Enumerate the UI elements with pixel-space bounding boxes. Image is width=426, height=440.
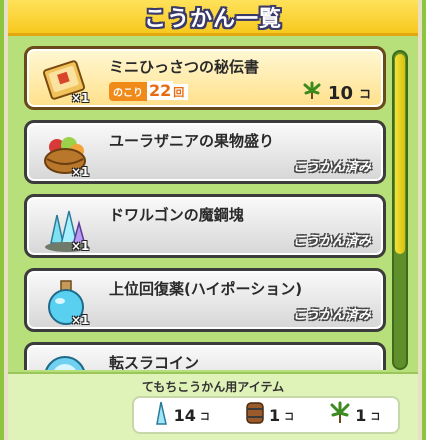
- exchanged-status: こうかん済み: [292, 308, 371, 323]
- exchanged-status: こうかん済み: [292, 234, 371, 249]
- exchange-item[interactable]: ×1 上位回復薬(ハイポーション) こうかん済み: [24, 268, 386, 332]
- inventory-unit: コ: [284, 411, 295, 423]
- herb-plant-icon: [329, 401, 351, 429]
- remaining-label: のこり: [109, 82, 147, 101]
- crystal-shard-icon: [152, 400, 170, 430]
- inventory-box: 14 コ 1 コ 1 コ: [132, 396, 400, 434]
- inventory-title: てもちこうかん用アイテム: [141, 380, 285, 394]
- item-name: 転スラコイン: [109, 354, 200, 370]
- inventory-item: 1 コ: [245, 401, 294, 429]
- exchanged-status: こうかん済み: [292, 160, 371, 175]
- page-title: こうかん一覧: [143, 6, 282, 32]
- item-name: ミニひっさつの秘伝書: [109, 58, 260, 76]
- inventory-unit: コ: [199, 411, 210, 423]
- remaining-count: のこり 22 回: [109, 81, 239, 103]
- exchange-cost: 10 コ: [302, 81, 371, 105]
- item-quantity: ×1: [71, 239, 90, 253]
- herb-plant-icon: [302, 81, 322, 105]
- scrollbar[interactable]: [392, 50, 408, 370]
- item-name: ドワルゴンの魔鋼塊: [109, 206, 244, 224]
- exchange-panel: こうかん一覧 ×1 ミニひっさつの秘伝書 のこり 22 回 10 コ ×1 ユー…: [4, 0, 422, 440]
- item-name: ユーラザニアの果物盛り: [109, 132, 275, 150]
- exchange-item[interactable]: ×1 ユーラザニアの果物盛り こうかん済み: [24, 120, 386, 184]
- item-quantity: ×1: [71, 313, 90, 327]
- inventory-count: 14: [173, 405, 196, 425]
- remaining-unit: 回: [173, 84, 189, 100]
- coin-icon: [37, 351, 93, 370]
- inventory-unit: コ: [370, 411, 381, 423]
- inventory-count: 1: [355, 405, 367, 425]
- exchange-item[interactable]: ×1 ミニひっさつの秘伝書 のこり 22 回 10 コ: [24, 46, 386, 110]
- inventory-item: 1 コ: [329, 401, 380, 429]
- cost-unit: コ: [358, 86, 371, 101]
- barrel-icon: [245, 401, 265, 429]
- exchange-item[interactable]: 転スラコイン: [24, 342, 386, 370]
- cost-number: 10: [327, 82, 353, 104]
- item-name: 上位回復薬(ハイポーション): [109, 280, 303, 298]
- inventory-count: 1: [268, 405, 281, 425]
- exchange-item[interactable]: ×1 ドワルゴンの魔鋼塊 こうかん済み: [24, 194, 386, 258]
- exchange-list[interactable]: ×1 ミニひっさつの秘伝書 のこり 22 回 10 コ ×1 ユーラザニアの果物…: [16, 40, 386, 370]
- inventory-footer: てもちこうかん用アイテム 14 コ 1 コ 1 コ: [8, 372, 418, 440]
- header-bar: こうかん一覧: [8, 0, 418, 36]
- scrollbar-thumb[interactable]: [395, 54, 405, 254]
- item-quantity: ×1: [71, 91, 90, 105]
- item-quantity: ×1: [71, 165, 90, 179]
- remaining-number: 22: [147, 81, 174, 100]
- inventory-item: 14 コ: [152, 400, 210, 430]
